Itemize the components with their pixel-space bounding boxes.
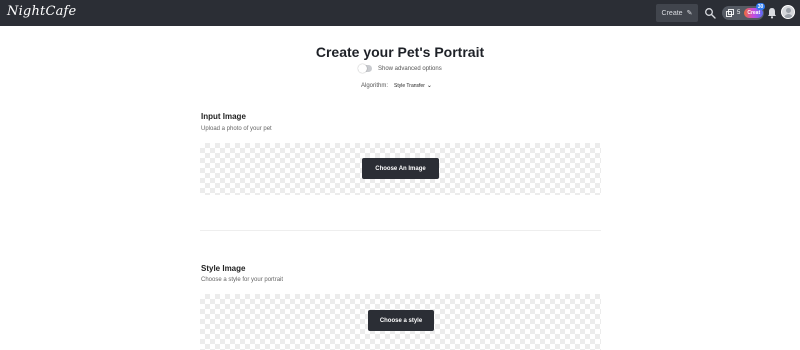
avatar-body	[784, 14, 793, 18]
style-image-heading: Style Image	[201, 264, 246, 273]
section-divider	[200, 230, 601, 231]
advanced-options-label: Show advanced options	[378, 65, 442, 72]
algorithm-select[interactable]: Style Transfer ⌄	[394, 82, 432, 90]
algorithm-row: Algorithm: Style Transfer ⌄	[361, 82, 432, 90]
avatar[interactable]	[781, 5, 795, 19]
avatar-head	[786, 8, 791, 13]
algorithm-value: Style Transfer	[394, 82, 425, 89]
style-image-subtitle: Choose a style for your portrait	[201, 277, 284, 283]
notification-count-badge: 30	[756, 3, 765, 10]
advanced-options-row: Show advanced options	[358, 64, 442, 73]
page-title: Create your Pet's Portrait	[315, 44, 485, 60]
choose-image-button[interactable]: Choose An Image	[362, 158, 439, 179]
advanced-options-toggle[interactable]	[358, 64, 372, 73]
algorithm-label: Algorithm:	[361, 82, 389, 89]
create-button-label: Create	[661, 9, 683, 17]
top-nav-bar: NightCafe Create ✎ 5 Creat 30	[0, 0, 800, 26]
credits-count: 5	[737, 10, 741, 16]
nightcafe-logo[interactable]: NightCafe	[7, 4, 76, 19]
search-icon[interactable]	[704, 7, 716, 19]
toggle-knob	[358, 64, 367, 73]
chevron-down-icon: ⌄	[426, 83, 432, 89]
pencil-icon: ✎	[686, 10, 693, 17]
credits-stack-icon	[726, 9, 734, 17]
create-button[interactable]: Create ✎	[656, 4, 698, 22]
choose-style-button[interactable]: Choose a style	[368, 310, 434, 331]
input-image-subtitle: Upload a photo of your pet	[201, 126, 272, 132]
bell-icon[interactable]	[767, 7, 777, 19]
input-image-heading: Input Image	[201, 112, 246, 121]
